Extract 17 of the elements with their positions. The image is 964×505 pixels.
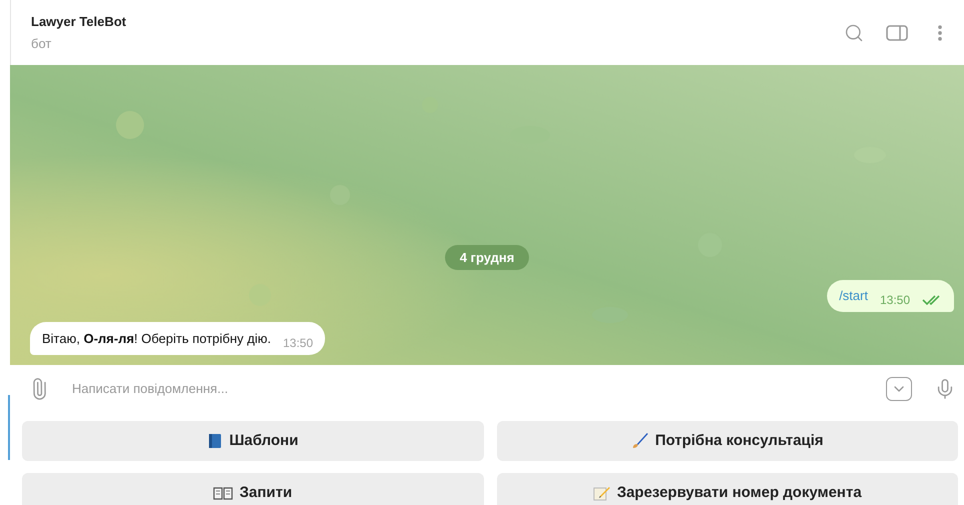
keyboard-toggle-button[interactable]	[886, 377, 912, 401]
sidebar-toggle-icon[interactable]	[886, 24, 908, 40]
book-icon	[207, 433, 224, 449]
memo-icon	[592, 485, 611, 501]
keyboard-button[interactable]: Запити	[22, 473, 484, 505]
message-input[interactable]: Написати повідомлення...	[72, 379, 864, 399]
keyboard-button[interactable]: Зарезервувати номер документа	[496, 473, 958, 505]
message-text: Вітаю, О-ля-ля! Оберіть потрібну дію.	[42, 330, 271, 348]
paintbrush-icon	[631, 432, 650, 450]
message-time: 13:50	[283, 335, 314, 352]
keyboard-button[interactable]: Шаблони	[22, 421, 484, 461]
message-time: 13:50	[880, 292, 910, 308]
search-icon[interactable]	[844, 22, 864, 42]
chat-title: Lawyer TeleBot	[31, 12, 126, 31]
chat-subtitle: бот	[31, 35, 52, 53]
keyboard-button[interactable]: Потрібна консультація	[496, 421, 958, 461]
open-book-icon	[213, 486, 234, 500]
